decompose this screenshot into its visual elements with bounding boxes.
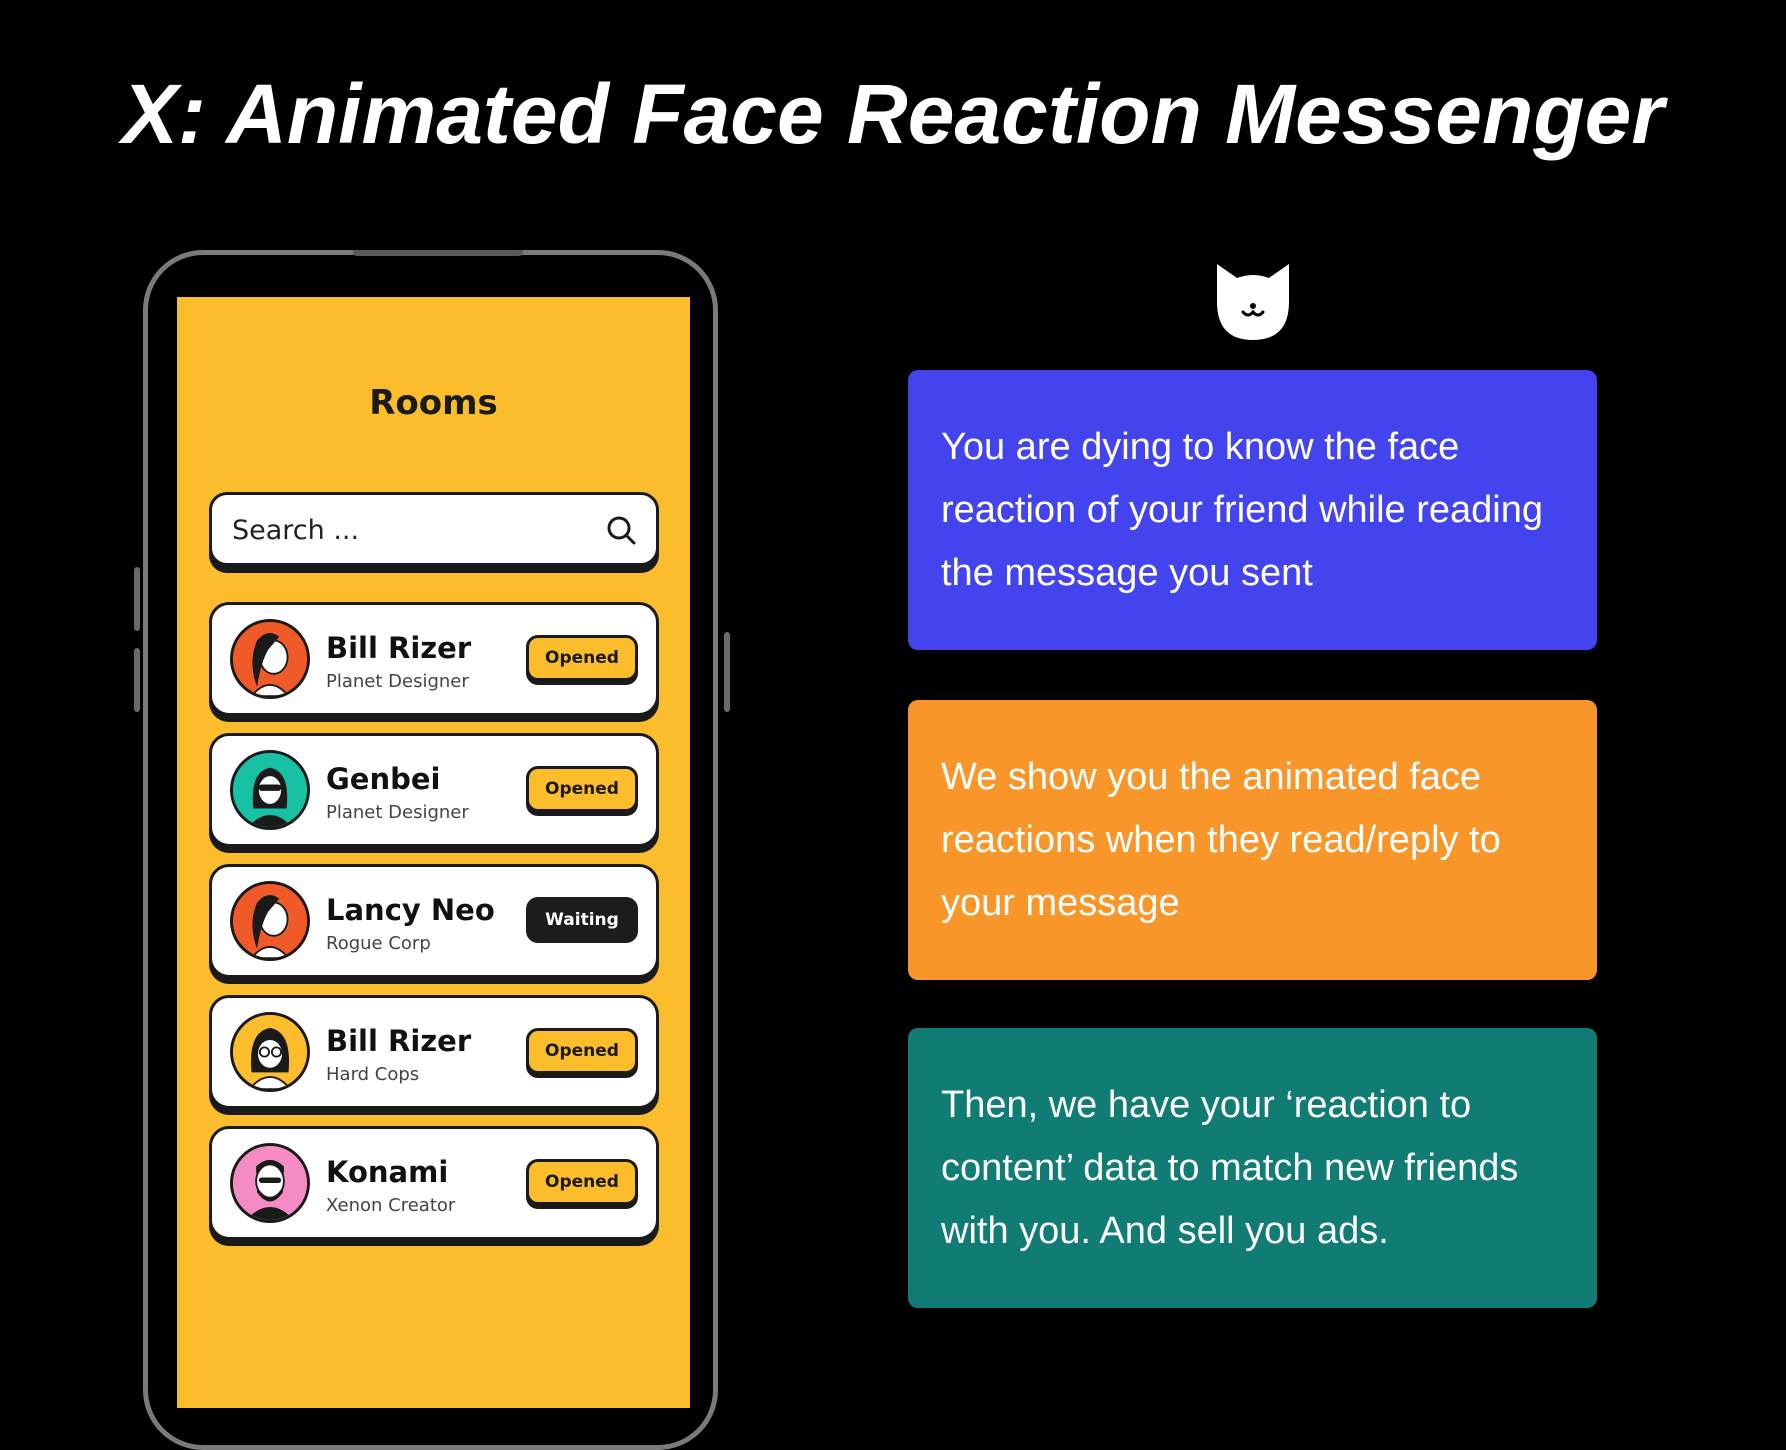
room-item[interactable]: Genbei Planet Designer Opened — [209, 733, 659, 847]
avatar — [230, 1143, 310, 1223]
info-card-text: You are dying to know the face reaction … — [941, 425, 1544, 594]
info-card-monetization: Then, we have your ‘reaction to content’… — [908, 1028, 1597, 1308]
status-badge: Waiting — [526, 897, 638, 943]
status-badge: Opened — [526, 1028, 638, 1074]
volume-down-button — [134, 648, 140, 712]
rooms-title: Rooms — [369, 383, 498, 423]
search-input[interactable]: Search ... — [209, 492, 659, 566]
room-item[interactable]: Bill Rizer Hard Cops Opened — [209, 995, 659, 1109]
room-name: Lancy Neo — [326, 893, 495, 927]
status-badge: Opened — [526, 766, 638, 812]
search-icon[interactable] — [604, 513, 638, 547]
room-name: Bill Rizer — [326, 1024, 472, 1058]
info-card-text: We show you the animated face reactions … — [941, 755, 1501, 924]
info-card-problem: You are dying to know the face reaction … — [908, 370, 1597, 650]
status-badge: Opened — [526, 1159, 638, 1205]
volume-up-button — [134, 567, 140, 631]
room-item[interactable]: Bill Rizer Planet Designer Opened — [209, 602, 659, 716]
room-subtitle: Xenon Creator — [326, 1195, 456, 1216]
avatar — [230, 619, 310, 699]
rooms-screen: Rooms Search ... Bill Rizer Planet Desig… — [177, 297, 690, 1408]
room-subtitle: Planet Designer — [326, 802, 469, 823]
search-placeholder: Search ... — [232, 515, 360, 546]
info-card-text: Then, we have your ‘reaction to content’… — [941, 1083, 1519, 1252]
room-subtitle: Rogue Corp — [326, 933, 431, 954]
room-name: Konami — [326, 1155, 449, 1189]
page-title: X: Animated Face Reaction Messenger — [121, 67, 1665, 161]
room-item[interactable]: Lancy Neo Rogue Corp Waiting — [209, 864, 659, 978]
room-subtitle: Hard Cops — [326, 1064, 420, 1085]
cat-face-icon — [1217, 264, 1289, 340]
power-button — [724, 632, 730, 712]
info-card-solution: We show you the animated face reactions … — [908, 700, 1597, 980]
phone-notch — [353, 250, 523, 256]
avatar — [230, 1012, 310, 1092]
avatar — [230, 750, 310, 830]
room-name: Genbei — [326, 762, 441, 796]
avatar — [230, 881, 310, 961]
status-badge: Opened — [526, 635, 638, 681]
room-item[interactable]: Konami Xenon Creator Opened — [209, 1126, 659, 1240]
room-subtitle: Planet Designer — [326, 671, 469, 692]
room-name: Bill Rizer — [326, 631, 472, 665]
